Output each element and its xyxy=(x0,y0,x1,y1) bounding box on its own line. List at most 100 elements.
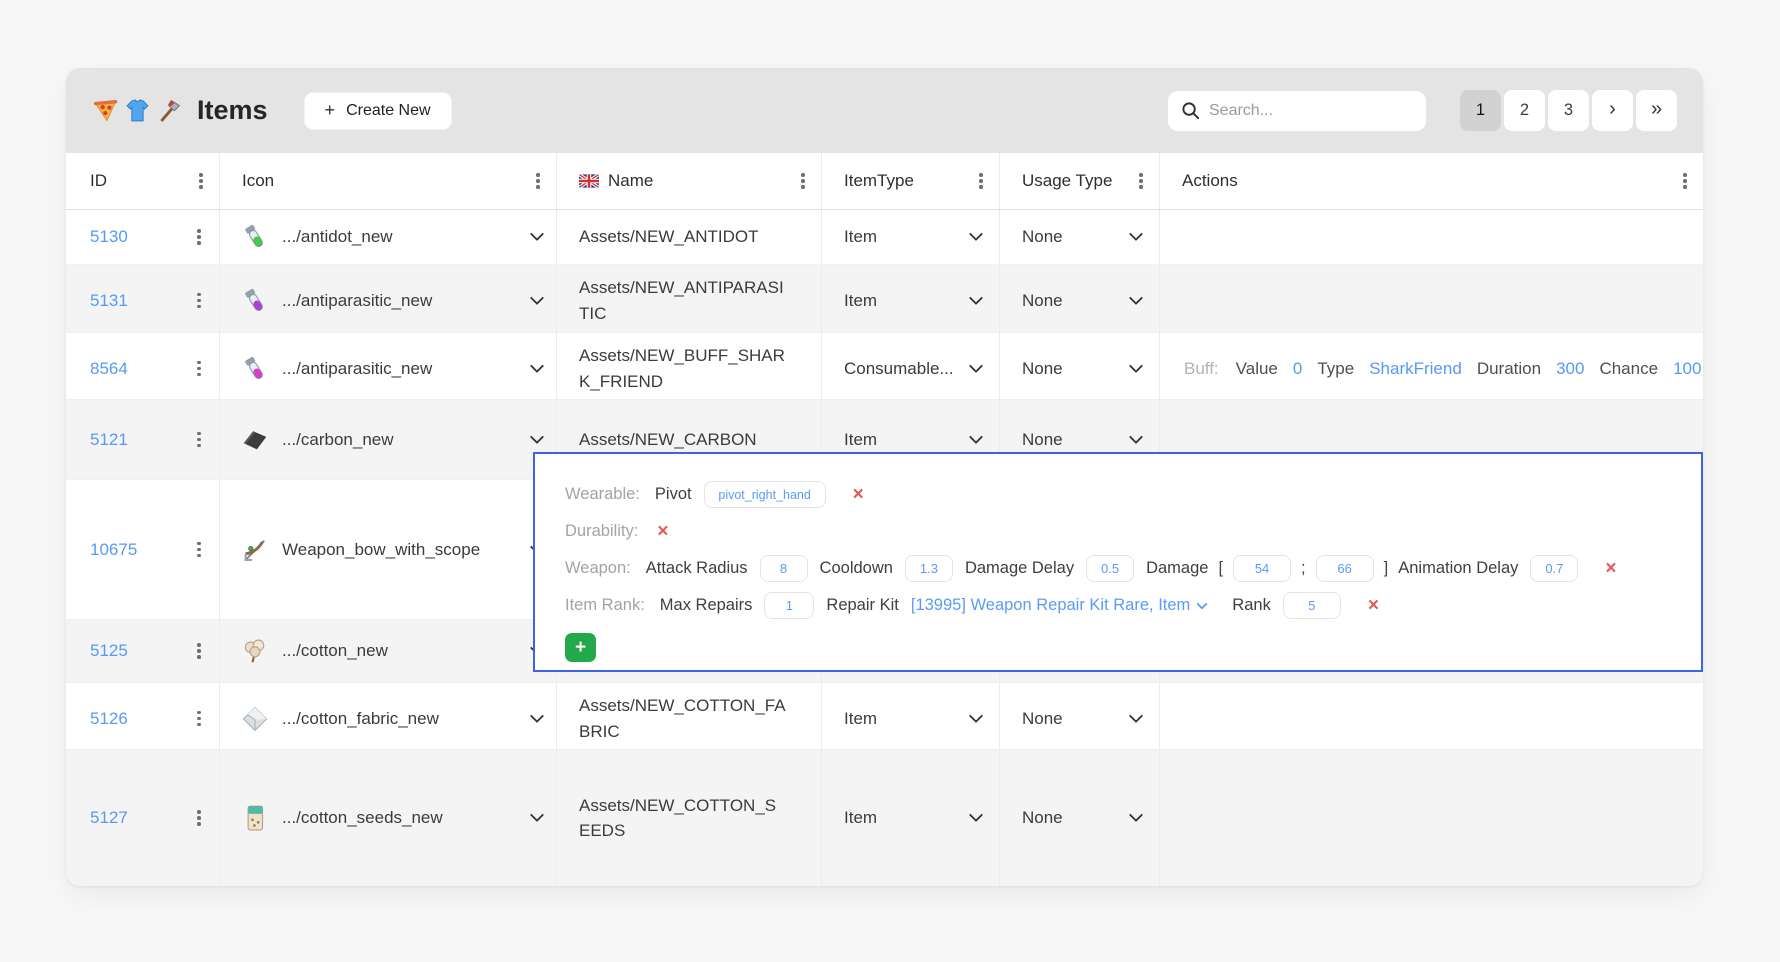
column-header-name: Name xyxy=(557,153,822,209)
name-cell[interactable]: Assets/NEW_ANTIDOT xyxy=(557,210,822,264)
page-title: Items xyxy=(197,95,268,126)
damage-delay-label: Damage Delay xyxy=(965,559,1074,578)
remove-durability-button[interactable]: × xyxy=(657,522,668,541)
chevron-down-icon[interactable] xyxy=(530,290,544,304)
column-menu-icon[interactable] xyxy=(1137,169,1145,193)
row-menu-icon[interactable] xyxy=(195,428,203,452)
chevron-down-icon[interactable] xyxy=(969,708,983,722)
pagination-page-2[interactable]: 2 xyxy=(1504,90,1545,131)
row-id-link[interactable]: 5125 xyxy=(90,641,128,661)
max-repairs-label: Max Repairs xyxy=(660,596,753,615)
animation-delay-input[interactable] xyxy=(1530,555,1578,582)
icon-path-label: .../antiparasitic_new xyxy=(282,359,432,379)
column-menu-icon[interactable] xyxy=(799,169,807,193)
antidot-vial-icon xyxy=(240,222,270,252)
chevron-down-icon[interactable] xyxy=(530,808,544,822)
chevron-down-icon[interactable] xyxy=(1129,708,1143,722)
chevron-down-icon[interactable] xyxy=(969,227,983,241)
name-cell[interactable]: Assets/NEW_COTTON_FABRIC xyxy=(557,683,822,754)
remove-item-rank-button[interactable]: × xyxy=(1368,596,1379,615)
damage-delay-input[interactable] xyxy=(1086,555,1134,582)
icon-path-label: .../antiparasitic_new xyxy=(282,291,432,311)
row-menu-icon[interactable] xyxy=(195,225,203,249)
chevron-down-icon[interactable] xyxy=(1129,429,1143,443)
durability-row: Durability: × xyxy=(565,513,1677,550)
search-icon xyxy=(1181,101,1200,120)
damage-min-input[interactable] xyxy=(1233,555,1291,582)
row-menu-icon[interactable] xyxy=(195,707,203,731)
chevron-down-icon[interactable] xyxy=(530,227,544,241)
cooldown-input[interactable] xyxy=(905,555,953,582)
column-header-actions: Actions xyxy=(1160,153,1703,209)
pivot-label: Pivot xyxy=(655,485,692,504)
row-id-link[interactable]: 5130 xyxy=(90,227,128,247)
row-menu-icon[interactable] xyxy=(195,806,203,830)
icon-path-label: .../cotton_fabric_new xyxy=(282,709,439,729)
column-menu-icon[interactable] xyxy=(977,169,985,193)
pivot-input[interactable] xyxy=(704,481,826,508)
remove-weapon-button[interactable]: × xyxy=(1605,559,1616,578)
create-new-label: Create New xyxy=(346,102,430,120)
repair-kit-select[interactable]: [13995] Weapon Repair Kit Rare, Item xyxy=(911,596,1206,615)
chevron-down-icon[interactable] xyxy=(969,808,983,822)
chevron-down-icon[interactable] xyxy=(969,429,983,443)
pagination-page-1[interactable]: 1 xyxy=(1460,90,1501,131)
name-cell[interactable]: Assets/NEW_COTTON_SEEDS xyxy=(557,750,822,886)
column-menu-icon[interactable] xyxy=(1681,169,1689,193)
search-box[interactable] xyxy=(1168,91,1426,131)
name-cell[interactable]: Assets/NEW_ANTIPARASITIC xyxy=(557,265,822,336)
actions-cell xyxy=(1160,210,1703,264)
column-menu-icon[interactable] xyxy=(534,169,542,193)
chevron-down-icon[interactable] xyxy=(530,429,544,443)
chevron-down-icon[interactable] xyxy=(969,290,983,304)
row-id-link[interactable]: 5131 xyxy=(90,291,128,311)
chevron-down-icon[interactable] xyxy=(1129,227,1143,241)
chevron-down-icon[interactable] xyxy=(530,358,544,372)
column-header-usagetype: Usage Type xyxy=(1000,153,1160,209)
row-id-link[interactable]: 5121 xyxy=(90,430,128,450)
damage-label: Damage xyxy=(1146,559,1208,578)
remove-wearable-button[interactable]: × xyxy=(853,485,864,504)
rank-input[interactable] xyxy=(1283,592,1341,619)
usagetype-value: None xyxy=(1022,359,1063,379)
row-id-link[interactable]: 8564 xyxy=(90,359,128,379)
row-menu-icon[interactable] xyxy=(195,538,203,562)
usagetype-value: None xyxy=(1022,430,1063,450)
row-menu-icon[interactable] xyxy=(195,289,203,313)
cooldown-label: Cooldown xyxy=(820,559,893,578)
chevron-down-icon[interactable] xyxy=(1129,358,1143,372)
uk-flag-icon xyxy=(579,174,599,188)
search-input[interactable] xyxy=(1209,102,1413,120)
pagination-next-button[interactable]: › xyxy=(1592,90,1633,131)
buff-chance[interactable]: 100 xyxy=(1673,359,1701,379)
itemtype-value: Item xyxy=(844,808,877,828)
row-id-link[interactable]: 5126 xyxy=(90,709,128,729)
max-repairs-input[interactable] xyxy=(764,592,814,619)
itemtype-value: Item xyxy=(844,430,877,450)
chevron-down-icon[interactable] xyxy=(969,358,983,372)
wearable-row: Wearable: Pivot × xyxy=(565,476,1677,513)
itemtype-value: Item xyxy=(844,227,877,247)
column-menu-icon[interactable] xyxy=(197,169,205,193)
chevron-down-icon[interactable] xyxy=(530,708,544,722)
row-id-link[interactable]: 5127 xyxy=(90,808,128,828)
rank-label: Rank xyxy=(1232,596,1271,615)
create-new-button[interactable]: + Create New xyxy=(304,92,452,130)
buff-value[interactable]: 0 xyxy=(1293,359,1302,379)
row-menu-icon[interactable] xyxy=(195,357,203,381)
name-cell[interactable]: Assets/NEW_BUFF_SHARK_FRIEND xyxy=(557,333,822,404)
pagination-page-3[interactable]: 3 xyxy=(1548,90,1589,131)
damage-max-input[interactable] xyxy=(1316,555,1374,582)
attack-radius-input[interactable] xyxy=(760,555,808,582)
item-editor-panel: Wearable: Pivot × Durability: × Weapon: … xyxy=(533,452,1703,672)
row-id-link[interactable]: 10675 xyxy=(90,540,137,560)
chevron-down-icon[interactable] xyxy=(1129,290,1143,304)
buff-duration[interactable]: 300 xyxy=(1556,359,1584,379)
pagination-last-button[interactable]: » xyxy=(1636,90,1677,131)
add-property-button[interactable]: + xyxy=(565,633,596,662)
usagetype-value: None xyxy=(1022,709,1063,729)
buff-type[interactable]: SharkFriend xyxy=(1369,359,1462,379)
chevron-down-icon[interactable] xyxy=(1129,808,1143,822)
attack-radius-label: Attack Radius xyxy=(646,559,748,578)
row-menu-icon[interactable] xyxy=(195,639,203,663)
